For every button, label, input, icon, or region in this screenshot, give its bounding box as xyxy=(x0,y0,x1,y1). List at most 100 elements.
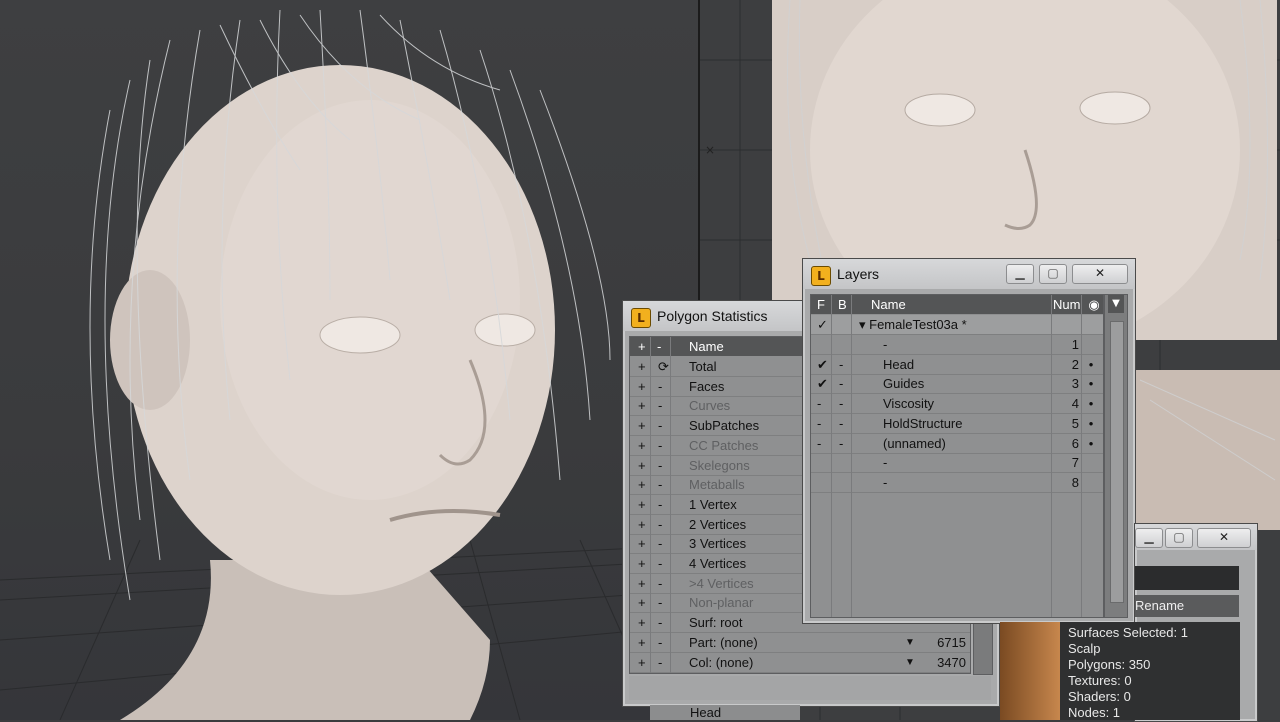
layer-name[interactable]: Head xyxy=(883,355,1043,374)
layer-num[interactable]: 3 xyxy=(1053,374,1079,393)
expand-plus[interactable]: + xyxy=(638,554,650,573)
foreground-toggle[interactable]: ✔ xyxy=(817,355,831,374)
collapse-minus[interactable]: - xyxy=(658,554,670,573)
visibility-dot[interactable]: • xyxy=(1083,374,1099,393)
layer-num[interactable]: 5 xyxy=(1053,414,1079,433)
visibility-dot[interactable] xyxy=(1083,335,1099,354)
expand-plus[interactable]: + xyxy=(638,653,650,672)
layer-num[interactable]: 6 xyxy=(1053,434,1079,453)
expand-plus[interactable]: + xyxy=(638,475,650,494)
collapse-minus[interactable]: - xyxy=(658,495,670,514)
background-toggle[interactable]: - xyxy=(839,434,851,453)
expand-plus[interactable]: + xyxy=(638,613,650,632)
collapse-minus[interactable]: - xyxy=(658,534,670,553)
object-row[interactable]: ✓ ▾ FemaleTest03a * xyxy=(811,315,1103,335)
visibility-dot[interactable]: • xyxy=(1083,394,1099,413)
collapse-minus[interactable]: - xyxy=(658,475,670,494)
close-button[interactable]: ✕ xyxy=(1072,264,1128,284)
layer-num[interactable]: 2 xyxy=(1053,355,1079,374)
layer-name[interactable]: HoldStructure xyxy=(883,414,1043,433)
foreground-toggle[interactable] xyxy=(817,453,831,472)
surface-filter-field[interactable] xyxy=(1135,566,1239,590)
table-row[interactable]: + - Part: (none) ▼ 6715 xyxy=(630,633,970,653)
expand-plus[interactable]: + xyxy=(638,515,650,534)
layer-row[interactable]: ✔ - Head 2 • xyxy=(811,355,1103,375)
expand-plus[interactable]: + xyxy=(638,456,650,475)
expand-plus[interactable]: + xyxy=(638,534,650,553)
collapse-minus[interactable]: - xyxy=(658,574,670,593)
visibility-dot[interactable]: • xyxy=(1083,434,1099,453)
foreground-toggle[interactable]: - xyxy=(817,394,831,413)
layers-dropdown-arrow[interactable]: ▼ xyxy=(1108,295,1124,313)
layer-row[interactable]: ✔ - Guides 3 • xyxy=(811,374,1103,395)
collapse-minus[interactable]: - xyxy=(658,515,670,534)
layer-row[interactable]: -8 xyxy=(811,473,1103,493)
foreground-toggle[interactable] xyxy=(817,473,831,492)
surface-editor-titlebar[interactable]: ▁ ▢ ✕ xyxy=(1135,524,1257,550)
surface-list-item[interactable]: Head xyxy=(650,705,800,720)
layer-name[interactable]: - xyxy=(883,453,1043,472)
layers-scrollbar[interactable]: ▼ xyxy=(1104,294,1128,618)
table-row[interactable]: + - Col: (none) ▼ 3470 xyxy=(630,653,970,673)
minimize-button[interactable]: ▁ xyxy=(1135,528,1163,548)
visibility-dot[interactable]: • xyxy=(1083,355,1099,374)
foreground-toggle[interactable]: ✔ xyxy=(817,374,831,393)
visibility-dot[interactable]: • xyxy=(1083,414,1099,433)
dropdown-arrow-icon[interactable]: ▼ xyxy=(905,633,917,652)
expand-plus[interactable]: + xyxy=(638,495,650,514)
stats-scrollbar[interactable] xyxy=(973,621,993,675)
collapse-minus[interactable]: - xyxy=(658,396,670,415)
expand-plus[interactable]: + xyxy=(638,396,650,415)
background-toggle[interactable] xyxy=(839,473,851,492)
layer-num[interactable]: 8 xyxy=(1053,473,1079,492)
layer-row[interactable]: -7 xyxy=(811,453,1103,474)
layer-row[interactable]: - - Viscosity 4 • xyxy=(811,394,1103,415)
layer-name[interactable]: Viscosity xyxy=(883,394,1043,413)
layer-num[interactable]: 7 xyxy=(1053,453,1079,472)
foreground-toggle[interactable]: - xyxy=(817,434,831,453)
layers-titlebar[interactable]: L Layers ▁ ▢ ✕ xyxy=(803,259,1135,289)
layer-num[interactable]: 1 xyxy=(1053,335,1079,354)
layer-name[interactable]: - xyxy=(883,335,1043,354)
collapse-minus[interactable]: - xyxy=(658,456,670,475)
layer-row[interactable]: - - HoldStructure 5 • xyxy=(811,414,1103,434)
collapse-minus[interactable]: - xyxy=(658,613,670,632)
layer-name[interactable]: Guides xyxy=(883,374,1043,393)
expand-plus[interactable]: + xyxy=(638,357,650,376)
perspective-viewport[interactable] xyxy=(0,0,698,720)
layer-name[interactable]: - xyxy=(883,473,1043,492)
layer-row[interactable]: - - (unnamed) 6 • xyxy=(811,434,1103,454)
expand-plus[interactable]: + xyxy=(638,377,650,396)
expand-plus[interactable]: + xyxy=(638,633,650,652)
maximize-button[interactable]: ▢ xyxy=(1165,528,1193,548)
layer-name[interactable]: (unnamed) xyxy=(883,434,1043,453)
background-toggle[interactable]: - xyxy=(839,374,851,393)
background-toggle[interactable]: - xyxy=(839,414,851,433)
expand-plus[interactable]: + xyxy=(638,416,650,435)
background-toggle[interactable]: - xyxy=(839,355,851,374)
expand-plus[interactable]: + xyxy=(638,436,650,455)
collapse-minus[interactable]: - xyxy=(658,416,670,435)
background-toggle[interactable] xyxy=(839,335,851,354)
rename-button[interactable]: Rename xyxy=(1135,595,1239,617)
expand-plus[interactable]: + xyxy=(638,593,650,612)
layers-window[interactable]: L Layers ▁ ▢ ✕ F B Name Num ◉ ✓ ▾ Female… xyxy=(802,258,1136,624)
layer-num[interactable]: 4 xyxy=(1053,394,1079,413)
scroll-thumb[interactable] xyxy=(1110,321,1124,603)
dropdown-arrow-icon[interactable]: ▼ xyxy=(905,653,917,672)
close-button[interactable]: ✕ xyxy=(1197,528,1251,548)
minimize-button[interactable]: ▁ xyxy=(1006,264,1034,284)
foreground-toggle[interactable] xyxy=(817,335,831,354)
collapse-minus[interactable]: - xyxy=(658,436,670,455)
collapse-minus[interactable]: - xyxy=(658,593,670,612)
visibility-dot[interactable] xyxy=(1083,473,1099,492)
layer-row[interactable]: -1 xyxy=(811,335,1103,355)
background-toggle[interactable] xyxy=(839,453,851,472)
collapse-minus[interactable]: - xyxy=(658,653,670,672)
foreground-toggle[interactable]: - xyxy=(817,414,831,433)
refresh-icon[interactable]: ⟳ xyxy=(658,357,670,376)
collapse-minus[interactable]: - xyxy=(658,377,670,396)
background-toggle[interactable]: - xyxy=(839,394,851,413)
expand-plus[interactable]: + xyxy=(638,574,650,593)
collapse-minus[interactable]: - xyxy=(658,633,670,652)
